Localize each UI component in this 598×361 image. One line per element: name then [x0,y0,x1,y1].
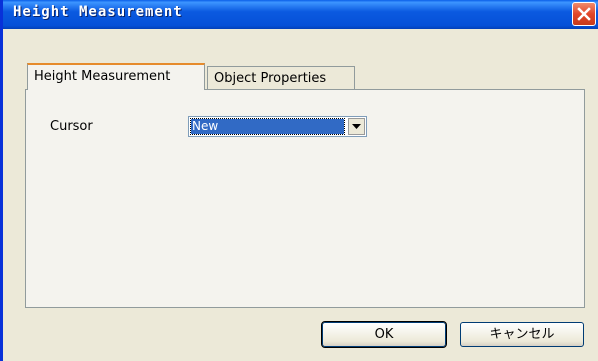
tab-label: Object Properties [214,71,327,86]
tab-object-properties[interactable]: Object Properties [207,66,355,90]
tab-height-measurement[interactable]: Height Measurement [27,63,205,90]
tab-panel: Cursor New [25,89,585,308]
ok-button[interactable]: OK [321,321,447,348]
close-icon [577,7,591,21]
title-bar[interactable]: Height Measurement [3,0,598,29]
cursor-label: Cursor [50,119,93,134]
dropdown-button[interactable] [348,118,365,135]
window-title: Height Measurement [13,4,183,20]
tab-label: Height Measurement [34,69,171,84]
close-button[interactable] [572,2,596,26]
cursor-select-value: New [190,118,345,135]
cursor-select[interactable]: New [188,116,367,137]
cancel-button[interactable]: キャンセル [460,322,584,347]
dialog-window: Height Measurement Height Measurement Ob… [0,0,598,361]
chevron-down-icon [352,124,361,129]
